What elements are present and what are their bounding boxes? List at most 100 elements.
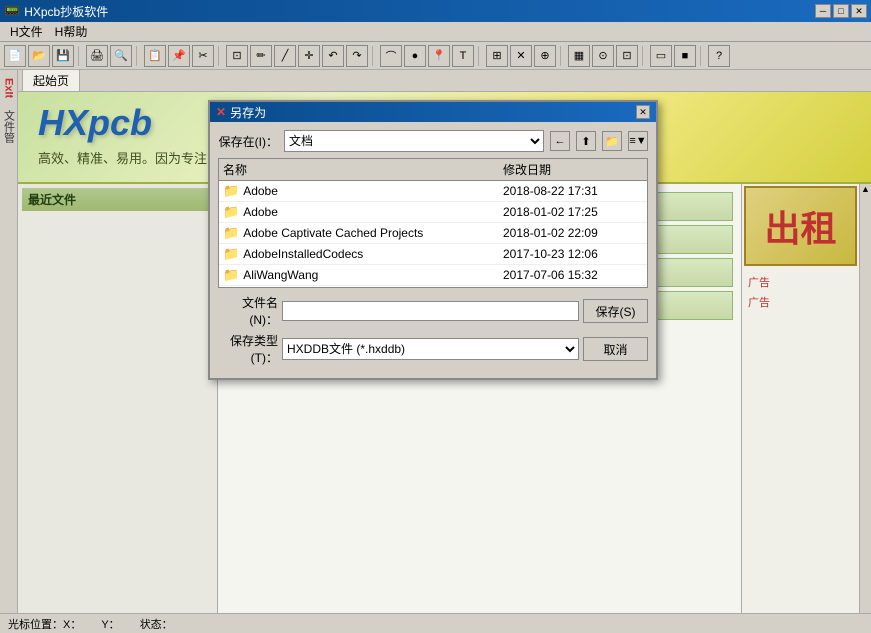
sidebar-label-files[interactable]: 文件管: [0, 108, 19, 145]
file-date-1: 2018-01-02 17:25: [503, 205, 643, 219]
copy-button[interactable]: 📋: [144, 45, 166, 67]
dialog-body: 保存在(I)： 文档 ← ⬆ 📁 ≡▼ 名称 修改日期: [210, 122, 656, 378]
toolbar-sep7: [642, 46, 646, 66]
file-date-3: 2017-10-23 12:06: [503, 247, 643, 261]
nav-view-button[interactable]: ≡▼: [628, 131, 648, 151]
title-bar: 📟 HXpcb抄板软件 ─ □ ✕: [0, 0, 871, 22]
print-button[interactable]: 🖨: [86, 45, 108, 67]
menu-file[interactable]: H文件: [4, 21, 49, 42]
toolbar-sep2: [136, 46, 140, 66]
cut-button[interactable]: ✂: [192, 45, 214, 67]
file-list-area: 名称 修改日期 📁 Adobe 2018-08-22 17:31 📁 Adobe…: [218, 158, 648, 288]
nav-newfolder-button[interactable]: 📁: [602, 131, 622, 151]
save-as-dialog: ✕ 另存为 ✕ 保存在(I)： 文档 ← ⬆ 📁 ≡▼: [208, 100, 658, 380]
close-button[interactable]: ✕: [851, 4, 867, 18]
folder-icon-1: 📁: [223, 204, 239, 220]
pos-y-label: Y：: [101, 616, 119, 632]
maximize-button[interactable]: □: [833, 4, 849, 18]
toolbar-sep5: [478, 46, 482, 66]
move-button[interactable]: ✛: [298, 45, 320, 67]
folder-icon-2: 📁: [223, 225, 239, 241]
col-name: 名称: [223, 161, 503, 178]
dialog-overlay: ✕ 另存为 ✕ 保存在(I)： 文档 ← ⬆ 📁 ≡▼: [18, 70, 871, 613]
toolbar-sep4: [372, 46, 376, 66]
file-row-0[interactable]: 📁 Adobe 2018-08-22 17:31: [219, 181, 647, 202]
file-date-0: 2018-08-22 17:31: [503, 184, 643, 198]
select-button[interactable]: ⊡: [226, 45, 248, 67]
file-date-4: 2017-07-06 15:32: [503, 268, 643, 282]
delete-button[interactable]: ✕: [510, 45, 532, 67]
menu-bar: H文件 H帮助: [0, 22, 871, 42]
file-row-3[interactable]: 📁 AdobeInstalledCodecs 2017-10-23 12:06: [219, 244, 647, 265]
filename-row: 文件名(N)： 保存(S): [218, 294, 648, 328]
line-button[interactable]: ╱: [274, 45, 296, 67]
folder-icon-0: 📁: [223, 183, 239, 199]
layer-button[interactable]: ▦: [568, 45, 590, 67]
save-in-row: 保存在(I)： 文档 ← ⬆ 📁 ≡▼: [218, 130, 648, 152]
zoom-in-button[interactable]: ⊕: [534, 45, 556, 67]
folder-icon-3: 📁: [223, 246, 239, 262]
file-name-0: Adobe: [243, 184, 503, 198]
minimize-button[interactable]: ─: [815, 4, 831, 18]
nav-up-button[interactable]: ⬆: [576, 131, 596, 151]
dialog-close-button[interactable]: ✕: [636, 105, 650, 119]
window-controls: ─ □ ✕: [815, 4, 867, 18]
toolbar-sep6: [560, 46, 564, 66]
filetype-label: 保存类型(T)：: [218, 332, 278, 366]
toolbar-sep3: [218, 46, 222, 66]
dialog-title-bar: ✕ 另存为 ✕: [210, 102, 656, 122]
config-button[interactable]: ⊙: [592, 45, 614, 67]
file-row-2[interactable]: 📁 Adobe Captivate Cached Projects 2018-0…: [219, 223, 647, 244]
new-button[interactable]: 📄: [4, 45, 26, 67]
save-in-select[interactable]: 文档: [284, 130, 544, 152]
component-button[interactable]: ⊞: [486, 45, 508, 67]
menu-help[interactable]: H帮助: [49, 21, 94, 42]
filename-label: 文件名(N)：: [218, 294, 278, 328]
folder-icon-4: 📁: [223, 267, 239, 283]
save-button[interactable]: 保存(S): [583, 299, 648, 323]
filetype-row: 保存类型(T)： HXDDB文件 (*.hxddb) 取消: [218, 332, 648, 366]
text-button[interactable]: T: [452, 45, 474, 67]
preview-button[interactable]: 🔍: [110, 45, 132, 67]
filename-input[interactable]: [282, 301, 579, 321]
draw-button[interactable]: ✏: [250, 45, 272, 67]
filetype-select[interactable]: HXDDB文件 (*.hxddb): [282, 338, 579, 360]
file-row-4[interactable]: 📁 AliWangWang 2017-07-06 15:32: [219, 265, 647, 286]
toolbar-sep8: [700, 46, 704, 66]
state-label: 状态：: [140, 616, 173, 632]
open-button[interactable]: 📂: [28, 45, 50, 67]
pin-button[interactable]: 📍: [428, 45, 450, 67]
grid-button[interactable]: ⊡: [616, 45, 638, 67]
app-title: HXpcb抄板软件: [24, 3, 815, 20]
save-button[interactable]: 💾: [52, 45, 74, 67]
undo-button[interactable]: ↶: [322, 45, 344, 67]
fill-button[interactable]: ■: [674, 45, 696, 67]
redo-button[interactable]: ↷: [346, 45, 368, 67]
arc-button[interactable]: ⌒: [380, 45, 402, 67]
status-bar: 光标位置：X： Y： 状态：: [0, 613, 871, 633]
file-date-2: 2018-01-02 22:09: [503, 226, 643, 240]
file-list-header: 名称 修改日期: [219, 159, 647, 181]
content-area: 起始页 HXpcb 高效、精准、易用。因为专注，所以专业 最近文件 + 最近更新…: [18, 70, 871, 613]
cancel-button[interactable]: 取消: [583, 337, 648, 361]
exit-label[interactable]: ExIt: [3, 78, 15, 98]
pos-x-label: 光标位置：X：: [8, 616, 81, 632]
circle-button[interactable]: ●: [404, 45, 426, 67]
dialog-title-text: 另存为: [230, 104, 636, 121]
toolbar: 📄 📂 💾 🖨 🔍 📋 📌 ✂ ⊡ ✏ ╱ ✛ ↶ ↷ ⌒ ● 📍 T ⊞ ✕ …: [0, 42, 871, 70]
file-name-4: AliWangWang: [243, 268, 503, 282]
main-area: ExIt 文件管 起始页 HXpcb 高效、精准、易用。因为专注，所以专业 最近…: [0, 70, 871, 613]
file-name-1: Adobe: [243, 205, 503, 219]
paste-button[interactable]: 📌: [168, 45, 190, 67]
help-button[interactable]: ?: [708, 45, 730, 67]
app-icon: 📟: [4, 3, 20, 19]
file-name-3: AdobeInstalledCodecs: [243, 247, 503, 261]
file-name-2: Adobe Captivate Cached Projects: [243, 226, 503, 240]
save-in-label: 保存在(I)：: [218, 133, 278, 150]
nav-back-button[interactable]: ←: [550, 131, 570, 151]
file-row-1[interactable]: 📁 Adobe 2018-01-02 17:25: [219, 202, 647, 223]
sidebar: ExIt 文件管: [0, 70, 18, 613]
col-date: 修改日期: [503, 161, 643, 178]
toolbar-sep1: [78, 46, 82, 66]
rect-button[interactable]: ▭: [650, 45, 672, 67]
